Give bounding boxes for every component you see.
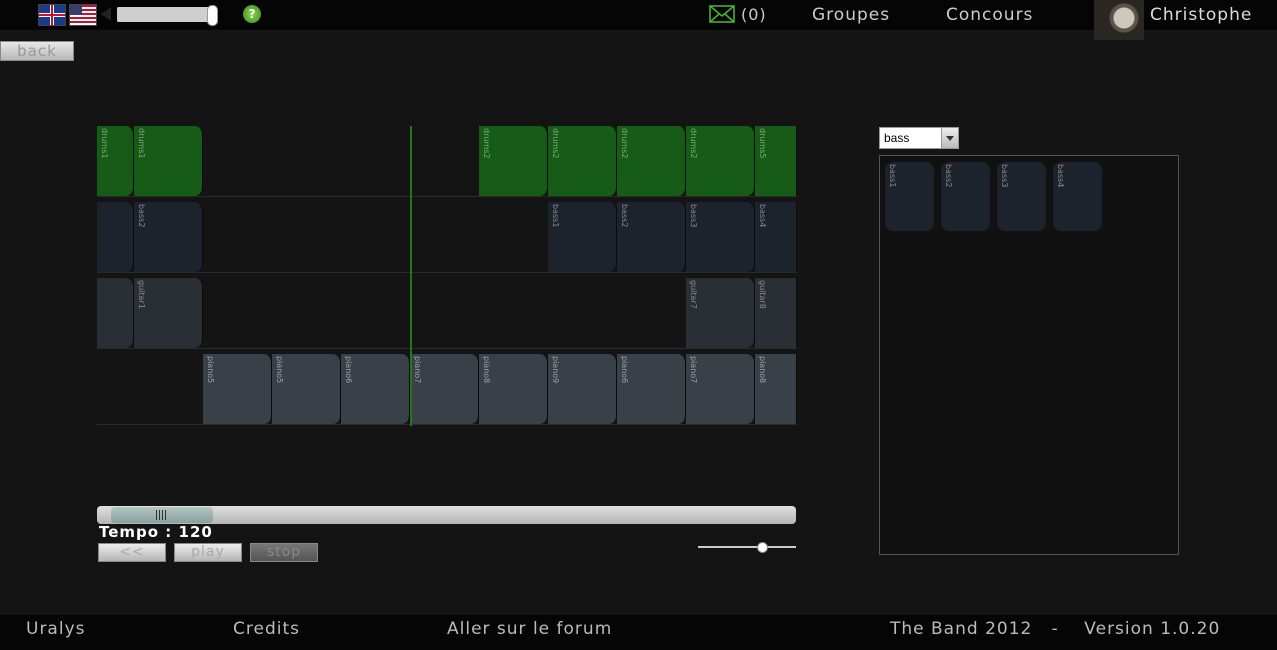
volume-slider-thumb[interactable] [207,5,218,26]
clip[interactable]: drums2 [686,126,755,196]
sample-clip[interactable]: bass1 [885,162,934,231]
footer-credits-link[interactable]: Credits [233,619,300,639]
clip[interactable]: guitar7 [686,278,755,348]
volume-slider[interactable] [117,7,213,22]
clip[interactable]: bass2 [617,202,686,272]
track-guitar: guitar1 guitar7 guitar8 [97,278,797,349]
us-flag-icon[interactable] [69,4,97,26]
avatar[interactable] [1094,0,1144,40]
clip[interactable]: drums5 [755,126,797,196]
clip[interactable]: piano7 [410,354,479,424]
grip-icon [156,510,168,520]
clip[interactable]: piano5 [272,354,341,424]
clip[interactable]: piano8 [755,354,797,424]
footer-version: The Band 2012 - Version 1.0.20 [890,619,1221,639]
chevron-down-icon[interactable] [941,128,958,148]
clip[interactable]: piano9 [548,354,617,424]
instrument-select-value: bass [884,131,910,145]
clip[interactable]: piano6 [617,354,686,424]
speaker-icon [101,7,111,21]
footer-forum-link[interactable]: Aller sur le forum [447,619,612,639]
clip[interactable]: drums1 [97,126,134,196]
nav-groupes[interactable]: Groupes [812,5,890,25]
clip[interactable]: drums2 [617,126,686,196]
track-bass: bass2 bass1 bass2 bass3 bass4 [97,202,797,273]
clip[interactable]: drums2 [479,126,548,196]
clip[interactable] [97,278,134,348]
clip[interactable]: piano7 [686,354,755,424]
sample-clip[interactable]: bass3 [997,162,1046,231]
zoom-slider[interactable] [698,546,796,548]
clip[interactable]: bass4 [755,202,797,272]
footer-uralys-link[interactable]: Uralys [26,619,86,639]
track-drums: drums1 drums1 drums2 drums2 drums2 drums… [97,126,797,197]
clip[interactable]: guitar8 [755,278,797,348]
back-button[interactable]: back [0,41,74,61]
volume-slider-fill [117,7,209,22]
sample-clip[interactable]: bass2 [941,162,990,231]
username[interactable]: Christophe [1150,5,1252,25]
mail-icon[interactable] [709,5,735,23]
clip[interactable]: piano5 [203,354,272,424]
clip[interactable]: bass3 [686,202,755,272]
clip[interactable]: bass1 [548,202,617,272]
uk-flag-icon[interactable] [38,4,66,26]
mail-count[interactable]: (0) [741,5,767,24]
track-area[interactable]: drums1 drums1 drums2 drums2 drums2 drums… [97,126,797,426]
help-icon[interactable]: ? [243,5,261,23]
sample-clip[interactable]: bass4 [1053,162,1102,231]
playhead[interactable] [410,126,412,426]
clip[interactable]: bass2 [134,202,203,272]
nav-concours[interactable]: Concours [946,5,1033,25]
clip[interactable]: piano6 [341,354,410,424]
clip[interactable]: piano8 [479,354,548,424]
stop-button[interactable]: stop [250,543,318,562]
clip[interactable] [97,202,134,272]
track-piano: piano5 piano5 piano6 piano7 piano8 piano… [97,354,797,425]
tempo-label: Tempo : 120 [99,523,213,541]
clip[interactable]: guitar1 [134,278,203,348]
sample-library-panel: bass1 bass2 bass3 bass4 [879,155,1179,555]
instrument-select[interactable]: bass [879,127,959,149]
play-button[interactable]: play [174,543,242,562]
clip[interactable]: drums2 [548,126,617,196]
clip[interactable]: drums1 [134,126,203,196]
zoom-slider-thumb[interactable] [757,542,768,553]
rewind-button[interactable]: << [98,543,166,562]
